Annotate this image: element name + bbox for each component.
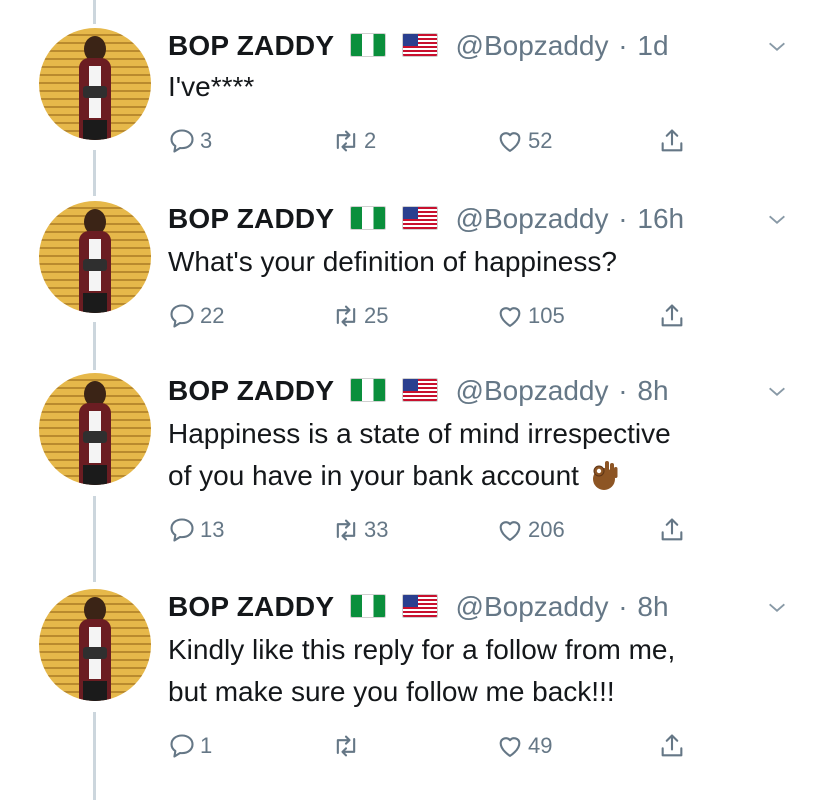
tweet-text: What's your definition of happiness? [168,241,768,283]
user-handle[interactable]: @Bopzaddy [456,30,609,61]
user-handle[interactable]: @Bopzaddy [456,203,609,234]
tweet-actions: 13 33 206 [168,515,728,545]
tweet-actions: 1 49 [168,731,728,761]
separator: · [618,591,628,622]
retweet-icon [336,130,356,152]
usa-flag-icon [401,32,438,57]
tweet-text-line: I've**** [168,71,255,102]
avatar[interactable] [39,373,151,485]
reply-icon [170,734,194,758]
ok-hand-emoji [592,461,618,490]
retweet-icon [336,305,356,327]
reply-button[interactable]: 1 [168,731,212,761]
share-button[interactable] [658,126,686,156]
share-icon [661,518,683,541]
retweet-button[interactable]: 33 [332,515,388,545]
retweet-button[interactable]: 25 [332,301,388,331]
timestamp[interactable]: 8h [637,591,668,622]
tweet-text-line: Kindly like this reply for a follow from… [168,634,676,665]
tweet-actions: 22 25 105 [168,301,728,331]
retweet-icon [336,735,356,757]
heart-icon [499,737,521,757]
share-button[interactable] [658,515,686,545]
reply-count: 1 [200,733,213,758]
thread-line-2 [93,322,96,370]
separator: · [618,30,628,61]
heart-icon [499,307,521,327]
retweet-count: 33 [364,517,389,542]
share-button[interactable] [658,301,686,331]
retweet-button[interactable] [332,731,364,761]
share-icon [661,129,683,152]
usa-flag-icon [401,593,438,618]
tweet-text: Happiness is a state of mind irrespectiv… [168,413,768,497]
chevron-down-icon[interactable] [766,209,788,231]
like-count: 105 [528,303,565,328]
reply-button[interactable]: 3 [168,126,212,156]
nigeria-flag-icon [349,32,386,57]
nigeria-flag-icon [349,205,386,230]
reply-button[interactable]: 22 [168,301,224,331]
tweet-header: BOP ZADDY @Bopzaddy · 8h [168,373,669,409]
display-name[interactable]: BOP ZADDY [168,375,334,406]
tweet-text-line: Happiness is a state of mind irrespectiv… [168,418,671,449]
separator: · [618,203,628,234]
avatar[interactable] [39,201,151,313]
timestamp[interactable]: 8h [637,375,668,406]
tweet-text: I've**** [168,66,768,108]
tweet-text-line: but make sure you follow me back!!! [168,676,615,707]
share-icon [661,304,683,327]
reply-button[interactable]: 13 [168,515,224,545]
nigeria-flag-icon [349,593,386,618]
like-button[interactable]: 52 [496,126,552,156]
tweet-text-line: What's your definition of happiness? [168,246,617,277]
usa-flag-icon [401,205,438,230]
retweet-icon [336,519,356,541]
tweet-header: BOP ZADDY @Bopzaddy · 1d [168,28,669,64]
share-button[interactable] [658,731,686,761]
like-button[interactable]: 105 [496,301,565,331]
reply-count: 22 [200,303,225,328]
user-handle[interactable]: @Bopzaddy [456,375,609,406]
thread-line-1 [93,150,96,196]
avatar[interactable] [39,28,151,140]
share-icon [661,734,683,757]
retweet-count: 2 [364,128,377,153]
timestamp[interactable]: 16h [637,203,684,234]
thread-line-4 [93,712,96,800]
chevron-down-icon[interactable] [766,597,788,619]
tweet-text-line: of you have in your bank account [168,455,768,497]
reply-count: 3 [200,128,213,153]
chevron-down-icon[interactable] [766,36,788,58]
tweet-text: Kindly like this reply for a follow from… [168,629,768,713]
reply-icon [170,518,194,542]
tweet-header: BOP ZADDY @Bopzaddy · 16h [168,201,684,237]
like-count: 52 [528,128,553,153]
like-button[interactable]: 206 [496,515,565,545]
like-count: 49 [528,733,553,758]
display-name[interactable]: BOP ZADDY [168,30,334,61]
tweet-actions: 3 2 52 [168,126,728,156]
display-name[interactable]: BOP ZADDY [168,203,334,234]
thread-line-3 [93,496,96,582]
nigeria-flag-icon [349,377,386,402]
thread-line-top [93,0,96,24]
avatar[interactable] [39,589,151,701]
chevron-down-icon[interactable] [766,381,788,403]
reply-icon [170,129,194,153]
user-handle[interactable]: @Bopzaddy [456,591,609,622]
like-count: 206 [528,517,565,542]
tweet-header: BOP ZADDY @Bopzaddy · 8h [168,589,669,625]
retweet-button[interactable]: 2 [332,126,376,156]
separator: · [618,375,628,406]
display-name[interactable]: BOP ZADDY [168,591,334,622]
reply-count: 13 [200,517,225,542]
heart-icon [499,132,521,152]
timestamp[interactable]: 1d [637,30,668,61]
retweet-count: 25 [364,303,389,328]
usa-flag-icon [401,377,438,402]
like-button[interactable]: 49 [496,731,552,761]
reply-icon [170,304,194,328]
heart-icon [499,521,521,541]
